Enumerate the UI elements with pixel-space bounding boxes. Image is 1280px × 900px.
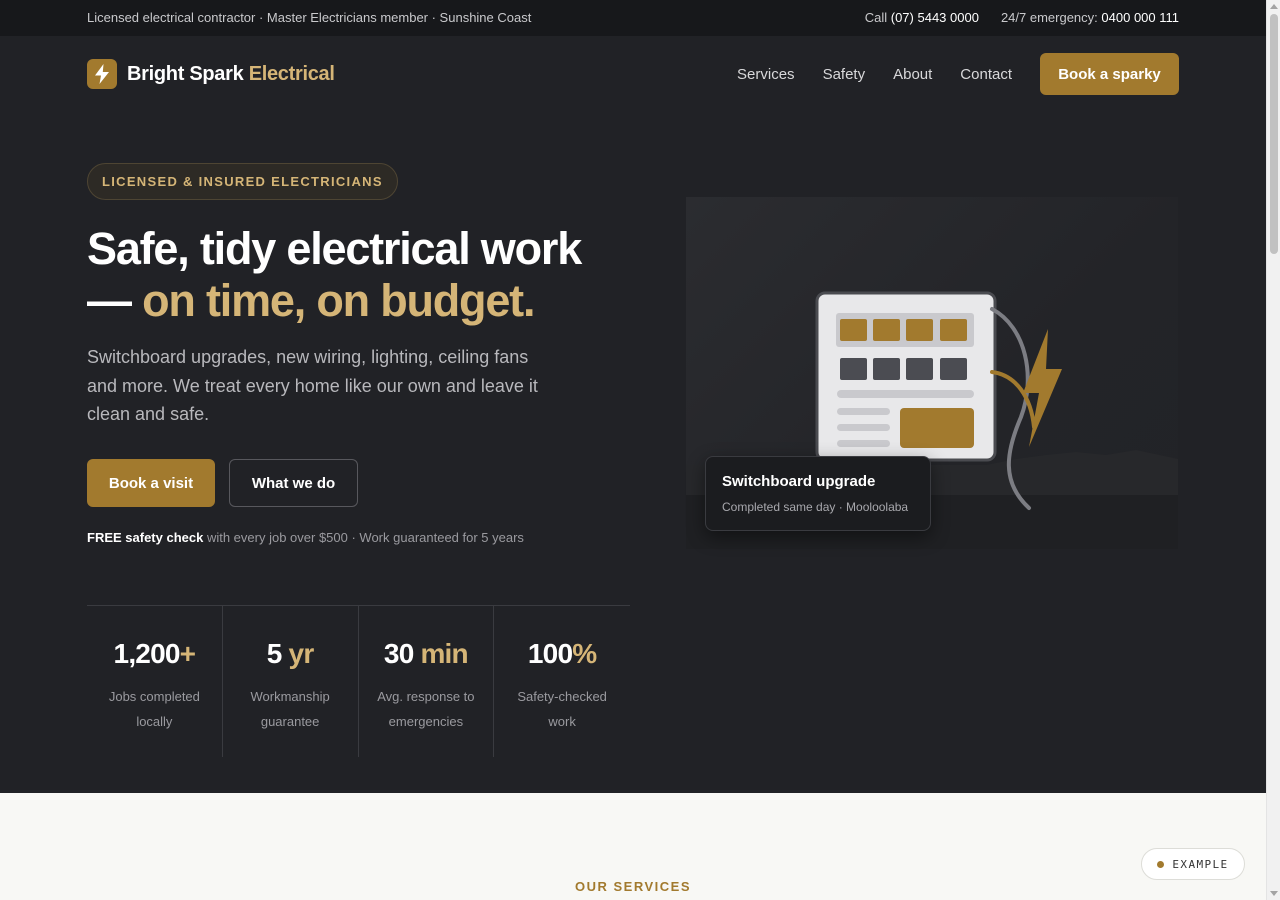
licensed-badge: LICENSED & INSURED ELECTRICIANS <box>87 163 398 200</box>
book-sparky-button[interactable]: Book a sparky <box>1040 53 1179 95</box>
what-we-do-button[interactable]: What we do <box>229 459 358 507</box>
nav-item-safety[interactable]: Safety <box>823 66 866 83</box>
stat-item: 1,200+ Jobs completed locally <box>87 606 223 757</box>
scrollbar-thumb[interactable] <box>1270 14 1278 254</box>
emergency-number[interactable]: 0400 000 111 <box>1101 10 1179 25</box>
top-bar: Licensed electrical contractor · Master … <box>0 0 1266 36</box>
stat-item: 30 min Avg. response to emergencies <box>359 606 495 757</box>
stat-item: 100% Safety-checked work <box>517 638 607 729</box>
example-badge[interactable]: EXAMPLE <box>1141 848 1245 880</box>
nav-item-about[interactable]: About <box>893 66 932 83</box>
brand-accent: Electrical <box>248 62 335 85</box>
hero-subtext: Switchboard upgrades, new wiring, lighti… <box>87 347 538 424</box>
scrollbar[interactable] <box>1266 0 1280 900</box>
guarantee-note: FREE safety check with every job over $5… <box>87 530 524 545</box>
scroll-up-icon[interactable] <box>1270 4 1278 9</box>
project-card: Switchboard upgrade Completed same day ·… <box>705 456 931 531</box>
main-nav: Bright Spark Electrical Services Safety … <box>87 53 1179 95</box>
nav-links: Services Safety About Contact <box>737 66 1012 83</box>
page-title: Safe, tidy electrical work — on time, on… <box>87 223 582 326</box>
emergency-info[interactable]: 24/7 emergency: 0400 000 111 <box>1001 10 1179 25</box>
card-title: Switchboard upgrade <box>722 473 876 490</box>
logo[interactable]: Bright Spark Electrical <box>87 59 335 89</box>
call-info[interactable]: Call (07) 5443 0000 <box>865 10 979 25</box>
brand-name: Bright Spark Electrical <box>127 62 335 85</box>
nav-item-contact[interactable]: Contact <box>960 66 1012 83</box>
contact-info: Call (07) 5443 0000 24/7 emergency: 0400… <box>865 10 1179 25</box>
credentials-text: Licensed electrical contractor · Master … <box>87 10 532 25</box>
services-eyebrow: OUR SERVICES <box>574 879 691 894</box>
nav-item-services[interactable]: Services <box>737 66 795 83</box>
scroll-down-icon[interactable] <box>1270 891 1278 896</box>
status-dot-icon <box>1157 860 1165 868</box>
headline-highlight: on time, on budget. <box>142 275 535 326</box>
call-number[interactable]: (07) 5443 0000 <box>891 10 979 25</box>
card-subtitle: Completed same day · Mooloolaba <box>722 500 909 514</box>
lightning-bolt-icon <box>87 59 117 89</box>
book-visit-button[interactable]: Book a visit <box>87 459 215 507</box>
stats-row: 1,200+ Jobs completed locally 5 yr Workm… <box>87 605 630 757</box>
stat-item: 5 yr Workmanship guarantee <box>223 606 359 757</box>
